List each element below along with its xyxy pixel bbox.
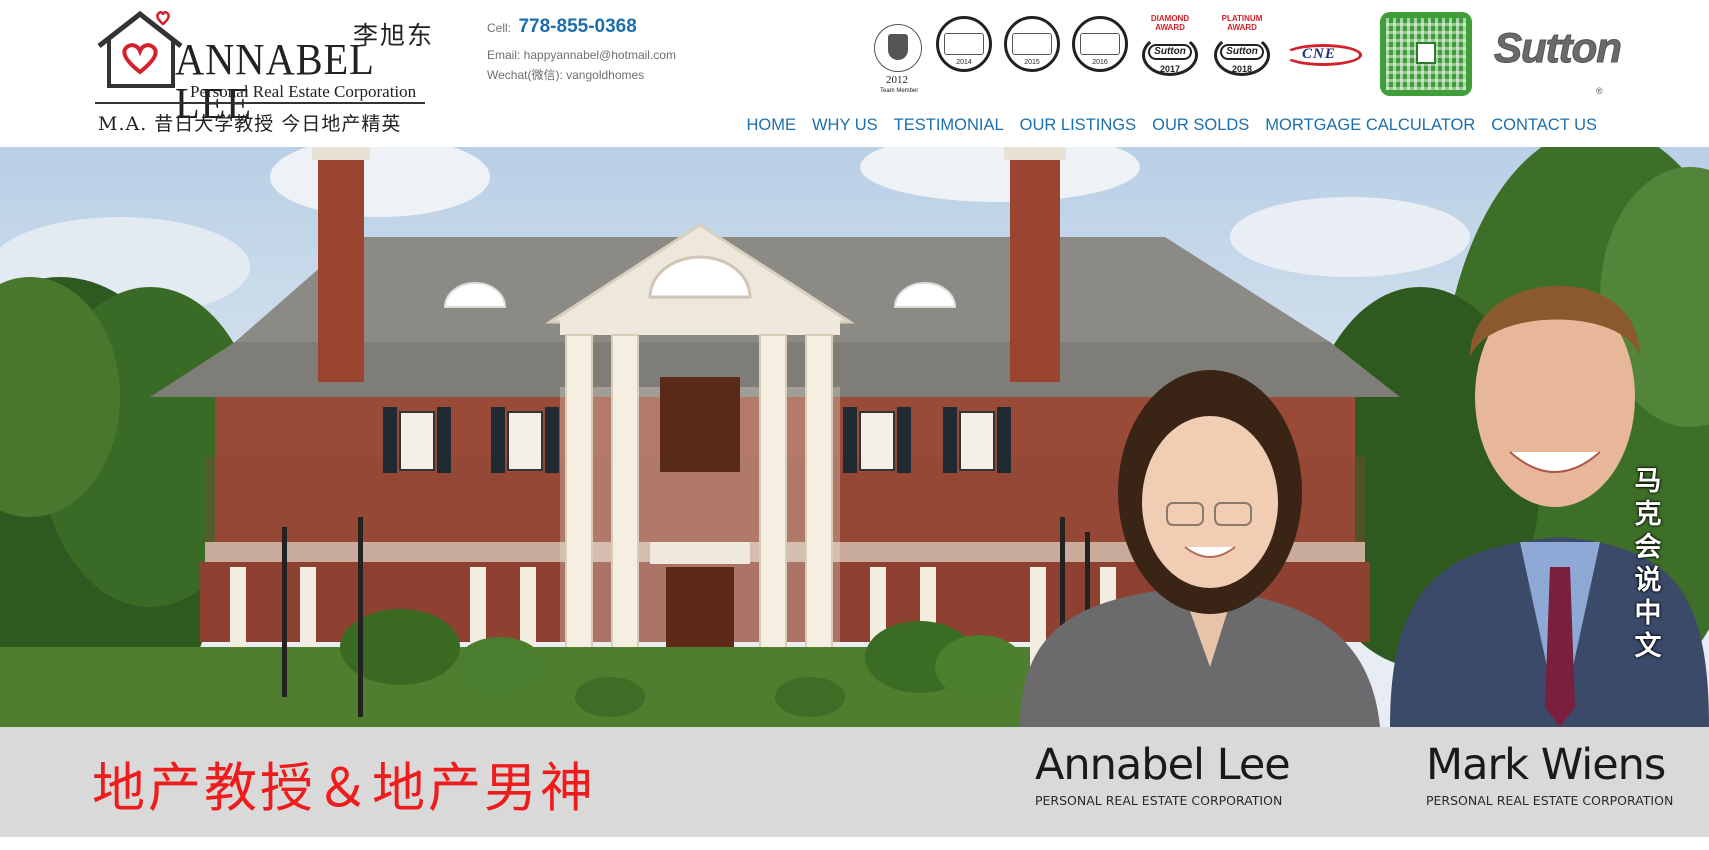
agent-title: PERSONAL REAL ESTATE CORPORATION bbox=[1035, 793, 1283, 808]
cne-logo: CNE bbox=[1284, 40, 1362, 70]
email-link[interactable]: Email: happyannabel@hotmail.com bbox=[487, 45, 676, 65]
agent-title: PERSONAL REAL ESTATE CORPORATION bbox=[1426, 793, 1674, 808]
diamond-award-badge: DIAMOND AWARD Sutton 2017 bbox=[1138, 14, 1202, 78]
award-seal-icon bbox=[1080, 33, 1120, 55]
award-seal-icon bbox=[1012, 33, 1052, 55]
award-badge-2014: 2014 bbox=[936, 16, 992, 72]
award-badge-2016: 2016 bbox=[1072, 16, 1128, 72]
medallion-badge bbox=[874, 24, 922, 72]
agent-name: Annabel Lee bbox=[1035, 740, 1291, 790]
chinese-speaking-tag: 马克会说中文 bbox=[1634, 466, 1662, 662]
shield-icon bbox=[888, 34, 908, 60]
logo-divider bbox=[95, 102, 425, 104]
platinum-award-year: 2018 bbox=[1231, 64, 1253, 74]
sutton-logo-text: Sutton bbox=[1494, 24, 1623, 72]
award-year-2016: 2016 bbox=[1092, 59, 1108, 66]
site-header: 李旭东 ANNABEL LEE Personal Real Estate Cor… bbox=[0, 0, 1709, 147]
award-badges: 2012 Team Member 2014 2015 2016 DIAMOND … bbox=[874, 12, 1623, 98]
agent-name-bar: 地产教授＆地产男神 Annabel Lee PERSONAL REAL ESTA… bbox=[0, 727, 1709, 837]
nav-home[interactable]: HOME bbox=[746, 116, 796, 135]
award-seal-icon bbox=[944, 33, 984, 55]
sutton-mark: Sutton bbox=[1220, 44, 1264, 60]
nav-contact-us[interactable]: CONTACT US bbox=[1491, 116, 1597, 135]
cell-phone-link[interactable]: 778-855-0368 bbox=[518, 16, 636, 37]
house-heart-icon bbox=[97, 10, 183, 88]
wechat-id: Wechat(微信): vangoldhomes bbox=[487, 68, 645, 82]
platinum-award-badge: PLATINUM AWARD Sutton 2018 bbox=[1210, 14, 1274, 78]
nav-our-listings[interactable]: OUR LISTINGS bbox=[1020, 116, 1136, 135]
hero-slogan: 地产教授＆地产男神 bbox=[92, 758, 596, 819]
hero-banner: 马克会说中文 bbox=[0, 147, 1709, 727]
sutton-logo: Sutton ® bbox=[1494, 24, 1623, 97]
agent-annabel: Annabel Lee PERSONAL REAL ESTATE CORPORA… bbox=[1035, 739, 1291, 808]
nav-why-us[interactable]: WHY US bbox=[812, 116, 878, 135]
main-nav: HOME WHY US TESTIMONIAL OUR LISTINGS OUR… bbox=[746, 116, 1597, 135]
agent-mark: Mark Wiens PERSONAL REAL ESTATE CORPORAT… bbox=[1426, 739, 1673, 808]
agent-name: Mark Wiens bbox=[1426, 740, 1666, 790]
award-year-2014: 2014 bbox=[956, 59, 972, 66]
platinum-award-title: PLATINUM AWARD bbox=[1221, 14, 1263, 32]
registered-icon: ® bbox=[1596, 86, 1603, 96]
sutton-mark: Sutton bbox=[1148, 44, 1192, 60]
medallion-subtitle: Team Member bbox=[880, 88, 919, 94]
site-logo[interactable]: 李旭东 ANNABEL LEE Personal Real Estate Cor… bbox=[95, 10, 435, 135]
qr-avatar bbox=[1416, 42, 1436, 64]
nav-mortgage-calculator[interactable]: MORTGAGE CALCULATOR bbox=[1265, 116, 1475, 135]
award-badge-2015: 2015 bbox=[1004, 16, 1060, 72]
medallion-year: 2012 bbox=[886, 74, 908, 86]
diamond-award-year: 2017 bbox=[1159, 64, 1181, 74]
award-year-2015: 2015 bbox=[1024, 59, 1040, 66]
contact-info: Cell: 778-855-0368 Email: happyannabel@h… bbox=[487, 14, 676, 85]
hero-image bbox=[0, 147, 1709, 727]
cell-label: Cell: bbox=[487, 21, 512, 35]
nav-our-solds[interactable]: OUR SOLDS bbox=[1152, 116, 1249, 135]
logo-tagline: M.A. 昔日大学教授 今日地产精英 bbox=[98, 113, 402, 135]
logo-subtitle: Personal Real Estate Corporation bbox=[190, 82, 417, 101]
diamond-award-title: DIAMOND AWARD bbox=[1150, 14, 1190, 32]
wechat-qr-code bbox=[1380, 12, 1472, 96]
cne-text: CNE bbox=[1302, 46, 1336, 62]
nav-testimonial[interactable]: TESTIMONIAL bbox=[894, 116, 1004, 135]
